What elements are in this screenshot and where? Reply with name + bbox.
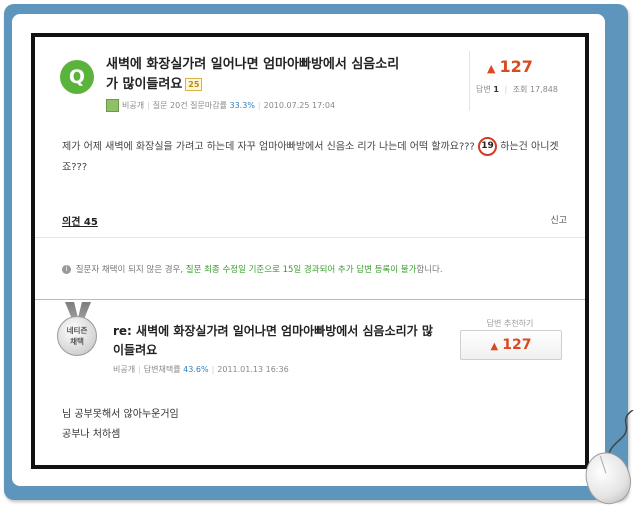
notice-text: 질문자 채택이 되지 않은 경우, xyxy=(75,265,184,275)
question-author[interactable]: 비공개 xyxy=(122,101,144,110)
question-meta: 비공개 | 질문 20건 질문마감률 33.3% | 2010.07.25 17:04 xyxy=(106,99,335,112)
thumbs-up-icon: ▲ xyxy=(487,62,496,75)
question-q-icon: Q xyxy=(60,60,94,94)
avatar-icon xyxy=(106,99,119,112)
question-date: 2010.07.25 17:04 xyxy=(263,101,336,110)
answer-meta-rate: 43.6% xyxy=(183,365,209,374)
divider xyxy=(35,299,585,300)
notice: i 질문자 채택이 되지 않은 경우, 질문 최종 수정일 기준으로 15일 경… xyxy=(62,263,443,275)
question-body: 제가 어제 새벽에 화장실을 가려고 하는데 자꾸 엄마아빠방에서 신음소 리가… xyxy=(62,137,562,178)
recommend-answer-button[interactable]: ▲ 127 xyxy=(460,330,562,360)
question-meta-rate: 33.3% xyxy=(229,101,255,110)
answers-label: 답변 xyxy=(476,85,491,94)
question-title: 새벽에 화장실가려 일어나면 엄마아빠방에서 심음소리가 많이들려요 25 xyxy=(106,55,406,95)
answer-meta: 비공개 | 답변채택률 43.6% | 2011.01.13 16:36 xyxy=(113,365,289,374)
recommend-count: 127 xyxy=(502,337,532,353)
medal-line1: 네티즌 xyxy=(66,326,88,335)
answer-body-line: 님 공부못해서 않아누운거임 xyxy=(62,409,179,420)
views-value: 17,848 xyxy=(529,85,558,94)
opinions-link[interactable]: 의견 45 xyxy=(62,213,98,228)
thumbs-up-icon: ▲ xyxy=(490,341,499,352)
question-meta-label: 질문 20건 질문마감률 xyxy=(152,101,227,110)
answer-author[interactable]: 비공개 xyxy=(113,365,135,374)
recommend-label: 답변 추천하기 xyxy=(486,319,534,328)
question-vote-count: 127 xyxy=(499,57,533,76)
info-icon: i xyxy=(62,265,71,274)
answers-value: 1 xyxy=(493,85,499,94)
notice-text-end: 합니다. xyxy=(416,265,443,275)
vertical-divider xyxy=(469,51,470,111)
answer-meta-label: 답변채택률 xyxy=(143,365,181,374)
question-title-text: 새벽에 화장실가려 일어나면 엄마아빠방에서 심음소리가 많이들려요 xyxy=(106,57,400,92)
question-vote[interactable]: ▲ 127 xyxy=(487,57,533,76)
answer-body-line: 공부나 처하셈 xyxy=(62,429,121,440)
divider xyxy=(35,237,585,238)
report-link[interactable]: 신고 xyxy=(550,213,567,226)
age-19-badge: 19 xyxy=(478,137,498,156)
question-stats: 답변 1 | 조회 17,848 xyxy=(476,85,558,94)
qna-page: Q 새벽에 화장실가려 일어나면 엄마아빠방에서 심음소리가 많이들려요 25 비… xyxy=(31,33,589,469)
point-badge: 25 xyxy=(185,78,203,91)
answer-date: 2011.01.13 16:36 xyxy=(217,365,289,374)
views-label: 조회 xyxy=(512,85,528,94)
notice-emphasis: 질문 최종 수정일 기준으로 15일 경과되어 추가 답변 등록이 불가 xyxy=(185,265,417,275)
medal-line2: 채택 xyxy=(70,337,84,346)
answer-title: re: 새벽에 화장실가려 일어나면 엄마아빠방에서 심음소리가 많이들려요 xyxy=(113,324,433,357)
answer-body: 님 공부못해서 않아누운거임 공부나 처하셈 xyxy=(62,405,179,445)
question-body-text: 제가 어제 새벽에 화장실을 가려고 하는데 자꾸 엄마아빠방에서 신음소 리가… xyxy=(62,141,475,153)
netizen-pick-medal-icon: 네티즌 채택 xyxy=(57,316,97,356)
